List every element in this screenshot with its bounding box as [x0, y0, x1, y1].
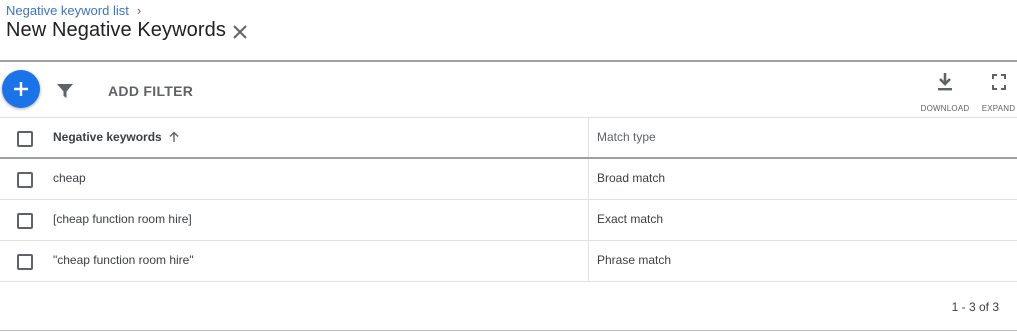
table-row: "cheap function room hire" Phrase match	[0, 241, 1017, 282]
column-divider	[588, 200, 589, 240]
select-all-checkbox[interactable]	[17, 131, 33, 147]
column-divider	[588, 118, 589, 157]
keyword-cell: [cheap function room hire]	[53, 212, 192, 226]
match-type-cell: Exact match	[597, 212, 664, 226]
expand-label: EXPAND	[981, 104, 1016, 113]
column-header-keywords[interactable]: Negative keywords	[53, 130, 180, 144]
table-toolbar: ADD FILTER DOWNLOAD EXPAND	[0, 60, 1017, 118]
keywords-table: Negative keywords Match type cheap Broad…	[0, 118, 1017, 282]
add-filter-button[interactable]: ADD FILTER	[108, 83, 193, 99]
page-header: Negative keyword list › New Negative Key…	[0, 0, 1017, 60]
close-icon[interactable]	[230, 22, 250, 42]
plus-icon	[14, 82, 28, 96]
match-type-cell: Phrase match	[597, 253, 672, 267]
match-type-cell: Broad match	[597, 171, 666, 185]
column-header-match-type[interactable]: Match type	[597, 130, 656, 144]
breadcrumb: Negative keyword list ›	[6, 3, 141, 18]
row-checkbox[interactable]	[17, 213, 33, 229]
table-footer: 1 - 3 of 3	[0, 283, 1017, 331]
table-row: cheap Broad match	[0, 159, 1017, 200]
column-header-keywords-label: Negative keywords	[53, 130, 162, 144]
expand-icon	[991, 74, 1006, 90]
column-divider	[588, 159, 589, 199]
download-icon	[938, 73, 952, 91]
chevron-right-icon: ›	[136, 3, 142, 18]
table-row: [cheap function room hire] Exact match	[0, 200, 1017, 241]
add-button[interactable]	[2, 70, 40, 108]
page-title: New Negative Keywords	[6, 19, 226, 41]
row-checkbox[interactable]	[17, 172, 33, 188]
pagination-range: 1 - 3 of 3	[951, 300, 999, 314]
row-checkbox[interactable]	[17, 254, 33, 270]
arrow-up-icon[interactable]	[168, 131, 180, 143]
breadcrumb-link[interactable]: Negative keyword list	[6, 3, 129, 18]
filter-icon[interactable]	[55, 81, 75, 101]
keyword-cell: "cheap function room hire"	[53, 253, 194, 267]
download-button[interactable]: DOWNLOAD	[920, 72, 970, 113]
table-header-row: Negative keywords Match type	[0, 118, 1017, 159]
keyword-cell: cheap	[53, 171, 86, 185]
column-divider	[588, 241, 589, 281]
download-label: DOWNLOAD	[920, 104, 970, 113]
expand-button[interactable]: EXPAND	[980, 72, 1017, 113]
